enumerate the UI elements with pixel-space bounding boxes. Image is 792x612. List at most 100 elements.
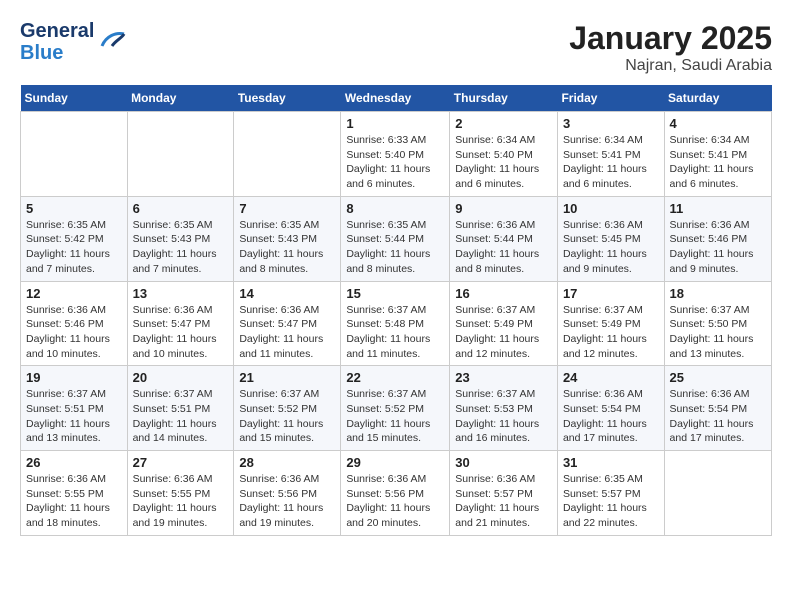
weekday-header-sunday: Sunday bbox=[21, 85, 128, 112]
title-block: January 2025 Najran, Saudi Arabia bbox=[569, 20, 772, 75]
day-number: 4 bbox=[670, 116, 766, 131]
day-cell: 11 Sunrise: 6:36 AM Sunset: 5:46 PM Dayli… bbox=[664, 196, 771, 281]
day-cell bbox=[664, 451, 771, 536]
day-cell: 15 Sunrise: 6:37 AM Sunset: 5:48 PM Dayli… bbox=[341, 281, 450, 366]
weekday-header-monday: Monday bbox=[127, 85, 234, 112]
day-info: Sunrise: 6:37 AM Sunset: 5:49 PM Dayligh… bbox=[563, 303, 659, 362]
day-info: Sunrise: 6:34 AM Sunset: 5:40 PM Dayligh… bbox=[455, 133, 552, 192]
day-cell: 21 Sunrise: 6:37 AM Sunset: 5:52 PM Dayli… bbox=[234, 366, 341, 451]
weekday-header-thursday: Thursday bbox=[450, 85, 558, 112]
day-number: 19 bbox=[26, 370, 122, 385]
page-header: General Blue January 2025 Najran, Saudi … bbox=[20, 20, 772, 75]
day-info: Sunrise: 6:37 AM Sunset: 5:52 PM Dayligh… bbox=[239, 387, 335, 446]
day-number: 25 bbox=[670, 370, 766, 385]
day-cell: 9 Sunrise: 6:36 AM Sunset: 5:44 PM Daylig… bbox=[450, 196, 558, 281]
day-info: Sunrise: 6:36 AM Sunset: 5:46 PM Dayligh… bbox=[26, 303, 122, 362]
day-info: Sunrise: 6:35 AM Sunset: 5:43 PM Dayligh… bbox=[239, 218, 335, 277]
day-info: Sunrise: 6:36 AM Sunset: 5:56 PM Dayligh… bbox=[239, 472, 335, 531]
day-cell: 10 Sunrise: 6:36 AM Sunset: 5:45 PM Dayli… bbox=[557, 196, 664, 281]
day-cell: 17 Sunrise: 6:37 AM Sunset: 5:49 PM Dayli… bbox=[557, 281, 664, 366]
day-number: 30 bbox=[455, 455, 552, 470]
day-info: Sunrise: 6:37 AM Sunset: 5:51 PM Dayligh… bbox=[133, 387, 229, 446]
day-cell: 23Sunrise: 6:37 AM Sunset: 5:53 PM Dayli… bbox=[450, 366, 558, 451]
day-cell: 14Sunrise: 6:36 AM Sunset: 5:47 PM Dayli… bbox=[234, 281, 341, 366]
week-row-2: 12Sunrise: 6:36 AM Sunset: 5:46 PM Dayli… bbox=[21, 281, 772, 366]
logo-icon bbox=[98, 26, 126, 59]
day-cell: 30 Sunrise: 6:36 AM Sunset: 5:57 PM Dayli… bbox=[450, 451, 558, 536]
logo-line1: General bbox=[20, 20, 94, 42]
day-info: Sunrise: 6:37 AM Sunset: 5:51 PM Dayligh… bbox=[26, 387, 122, 446]
day-info: Sunrise: 6:35 AM Sunset: 5:43 PM Dayligh… bbox=[133, 218, 229, 277]
day-cell: 4 Sunrise: 6:34 AM Sunset: 5:41 PM Daylig… bbox=[664, 112, 771, 197]
day-number: 16 bbox=[455, 286, 552, 301]
day-cell: 7 Sunrise: 6:35 AM Sunset: 5:43 PM Daylig… bbox=[234, 196, 341, 281]
day-info: Sunrise: 6:34 AM Sunset: 5:41 PM Dayligh… bbox=[670, 133, 766, 192]
weekday-header-row: SundayMondayTuesdayWednesdayThursdayFrid… bbox=[21, 85, 772, 112]
day-info: Sunrise: 6:36 AM Sunset: 5:54 PM Dayligh… bbox=[670, 387, 766, 446]
day-cell bbox=[234, 112, 341, 197]
calendar-table: SundayMondayTuesdayWednesdayThursdayFrid… bbox=[20, 85, 772, 536]
week-row-1: 5 Sunrise: 6:35 AM Sunset: 5:42 PM Daylig… bbox=[21, 196, 772, 281]
day-number: 14 bbox=[239, 286, 335, 301]
day-cell: 2 Sunrise: 6:34 AM Sunset: 5:40 PM Daylig… bbox=[450, 112, 558, 197]
day-number: 7 bbox=[239, 201, 335, 216]
day-number: 29 bbox=[346, 455, 444, 470]
day-number: 15 bbox=[346, 286, 444, 301]
day-info: Sunrise: 6:35 AM Sunset: 5:57 PM Dayligh… bbox=[563, 472, 659, 531]
day-info: Sunrise: 6:36 AM Sunset: 5:55 PM Dayligh… bbox=[26, 472, 122, 531]
day-info: Sunrise: 6:36 AM Sunset: 5:46 PM Dayligh… bbox=[670, 218, 766, 277]
logo-text: General Blue bbox=[20, 20, 126, 64]
day-info: Sunrise: 6:36 AM Sunset: 5:45 PM Dayligh… bbox=[563, 218, 659, 277]
day-info: Sunrise: 6:36 AM Sunset: 5:57 PM Dayligh… bbox=[455, 472, 552, 531]
day-cell: 18 Sunrise: 6:37 AM Sunset: 5:50 PM Dayli… bbox=[664, 281, 771, 366]
day-number: 31 bbox=[563, 455, 659, 470]
day-info: Sunrise: 6:33 AM Sunset: 5:40 PM Dayligh… bbox=[346, 133, 444, 192]
day-number: 17 bbox=[563, 286, 659, 301]
day-number: 11 bbox=[670, 201, 766, 216]
day-info: Sunrise: 6:35 AM Sunset: 5:42 PM Dayligh… bbox=[26, 218, 122, 277]
calendar-body: 1 Sunrise: 6:33 AM Sunset: 5:40 PM Daylig… bbox=[21, 112, 772, 536]
day-number: 1 bbox=[346, 116, 444, 131]
day-info: Sunrise: 6:34 AM Sunset: 5:41 PM Dayligh… bbox=[563, 133, 659, 192]
day-cell: 1 Sunrise: 6:33 AM Sunset: 5:40 PM Daylig… bbox=[341, 112, 450, 197]
day-cell: 27 Sunrise: 6:36 AM Sunset: 5:55 PM Dayli… bbox=[127, 451, 234, 536]
day-info: Sunrise: 6:36 AM Sunset: 5:54 PM Dayligh… bbox=[563, 387, 659, 446]
day-cell: 28 Sunrise: 6:36 AM Sunset: 5:56 PM Dayli… bbox=[234, 451, 341, 536]
day-number: 5 bbox=[26, 201, 122, 216]
day-cell: 24Sunrise: 6:36 AM Sunset: 5:54 PM Dayli… bbox=[557, 366, 664, 451]
day-info: Sunrise: 6:36 AM Sunset: 5:47 PM Dayligh… bbox=[133, 303, 229, 362]
day-number: 10 bbox=[563, 201, 659, 216]
day-number: 23 bbox=[455, 370, 552, 385]
day-info: Sunrise: 6:37 AM Sunset: 5:50 PM Dayligh… bbox=[670, 303, 766, 362]
day-cell: 29 Sunrise: 6:36 AM Sunset: 5:56 PM Dayli… bbox=[341, 451, 450, 536]
day-number: 22 bbox=[346, 370, 444, 385]
day-info: Sunrise: 6:36 AM Sunset: 5:44 PM Dayligh… bbox=[455, 218, 552, 277]
day-info: Sunrise: 6:36 AM Sunset: 5:55 PM Dayligh… bbox=[133, 472, 229, 531]
day-number: 20 bbox=[133, 370, 229, 385]
page-subtitle: Najran, Saudi Arabia bbox=[569, 57, 772, 75]
day-info: Sunrise: 6:37 AM Sunset: 5:48 PM Dayligh… bbox=[346, 303, 444, 362]
day-number: 8 bbox=[346, 201, 444, 216]
day-number: 21 bbox=[239, 370, 335, 385]
weekday-header-tuesday: Tuesday bbox=[234, 85, 341, 112]
day-cell: 20 Sunrise: 6:37 AM Sunset: 5:51 PM Dayli… bbox=[127, 366, 234, 451]
day-cell: 19 Sunrise: 6:37 AM Sunset: 5:51 PM Dayli… bbox=[21, 366, 128, 451]
day-cell: 12Sunrise: 6:36 AM Sunset: 5:46 PM Dayli… bbox=[21, 281, 128, 366]
day-cell: 3Sunrise: 6:34 AM Sunset: 5:41 PM Daylig… bbox=[557, 112, 664, 197]
day-number: 18 bbox=[670, 286, 766, 301]
day-number: 27 bbox=[133, 455, 229, 470]
weekday-header-wednesday: Wednesday bbox=[341, 85, 450, 112]
day-number: 28 bbox=[239, 455, 335, 470]
logo: General Blue bbox=[20, 20, 126, 64]
day-number: 9 bbox=[455, 201, 552, 216]
page-title: January 2025 bbox=[569, 20, 772, 57]
day-cell: 13Sunrise: 6:36 AM Sunset: 5:47 PM Dayli… bbox=[127, 281, 234, 366]
day-number: 6 bbox=[133, 201, 229, 216]
weekday-header-friday: Friday bbox=[557, 85, 664, 112]
day-cell: 22 Sunrise: 6:37 AM Sunset: 5:52 PM Dayli… bbox=[341, 366, 450, 451]
day-info: Sunrise: 6:37 AM Sunset: 5:49 PM Dayligh… bbox=[455, 303, 552, 362]
day-info: Sunrise: 6:36 AM Sunset: 5:56 PM Dayligh… bbox=[346, 472, 444, 531]
day-number: 2 bbox=[455, 116, 552, 131]
day-cell: 16 Sunrise: 6:37 AM Sunset: 5:49 PM Dayli… bbox=[450, 281, 558, 366]
day-info: Sunrise: 6:37 AM Sunset: 5:52 PM Dayligh… bbox=[346, 387, 444, 446]
